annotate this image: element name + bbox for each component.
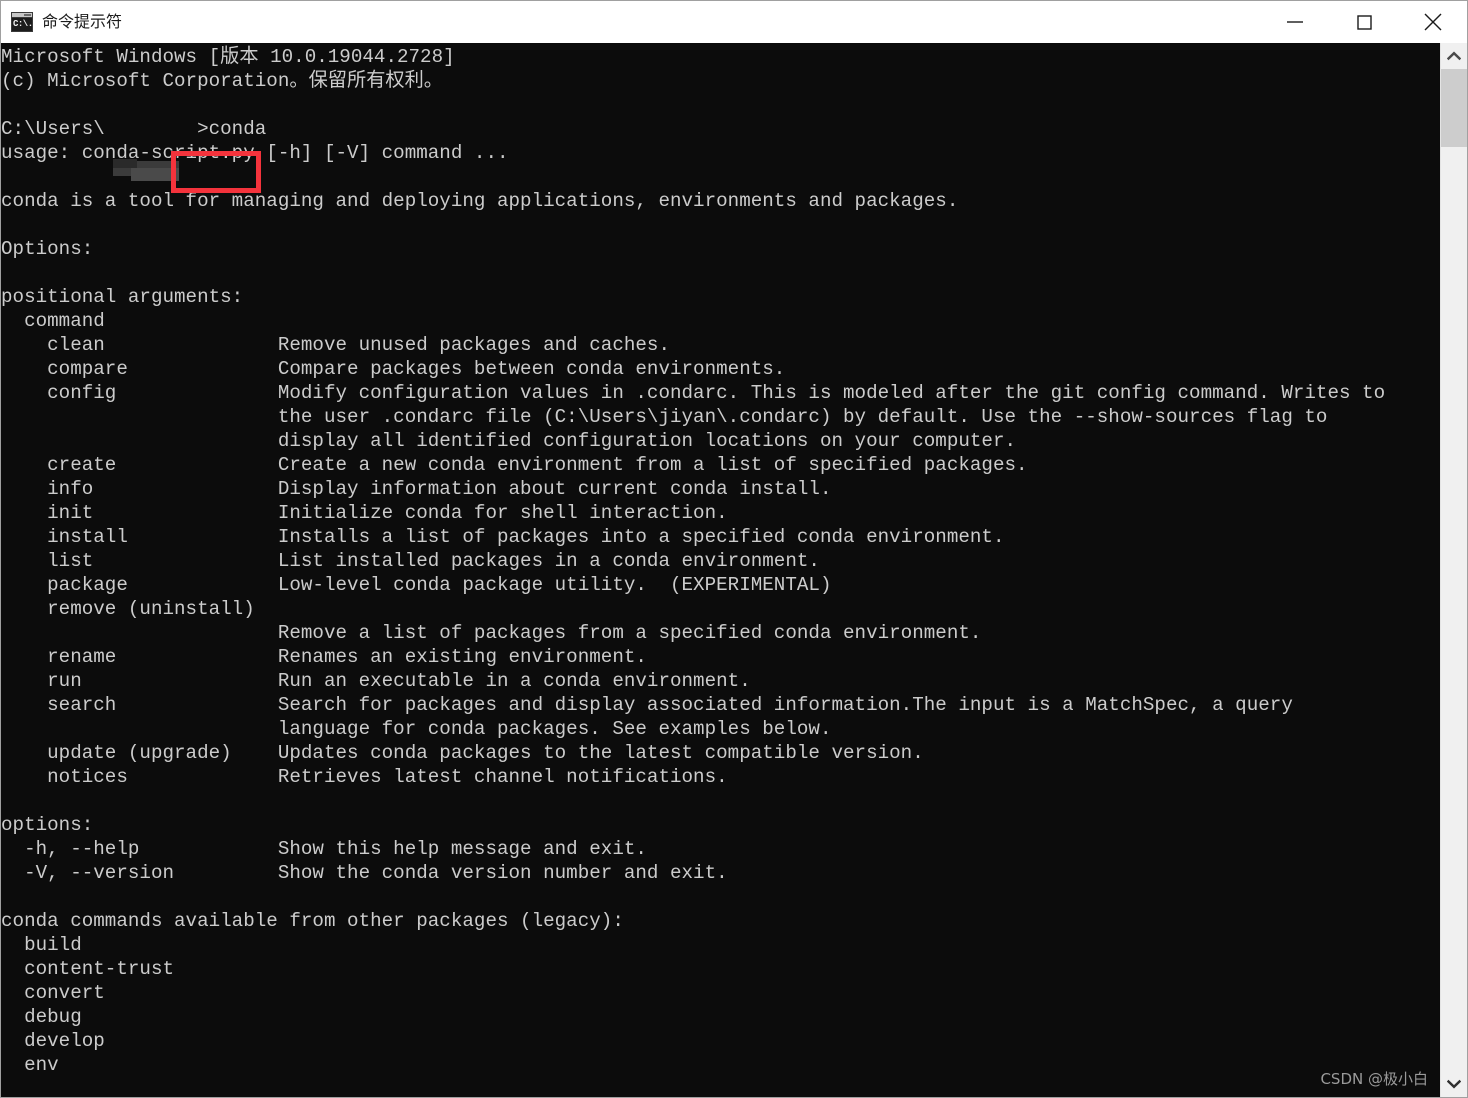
console-line: content-trust [1, 958, 175, 980]
console-line: language for conda packages. See example… [1, 718, 832, 740]
console-line: init Initialize conda for shell interact… [1, 502, 728, 524]
console-line: compare Compare packages between conda e… [1, 358, 786, 380]
console-line: Options: [1, 238, 94, 260]
console-area: Microsoft Windows [版本 10.0.19044.2728] (c… [1, 43, 1467, 1097]
console-line: the user .condarc file (C:\Users\jiyan\.… [1, 406, 1328, 428]
console-line: build [1, 934, 82, 956]
chevron-up-icon [1447, 51, 1461, 61]
window-controls [1260, 1, 1467, 42]
console-line: info Display information about current c… [1, 478, 832, 500]
scrollbar-down-button[interactable] [1441, 1071, 1467, 1097]
vertical-scrollbar[interactable] [1440, 43, 1467, 1097]
maximize-icon [1356, 14, 1372, 30]
scrollbar-up-button[interactable] [1441, 43, 1467, 69]
scrollbar-thumb[interactable] [1441, 69, 1467, 147]
console-line: notices Retrieves latest channel notific… [1, 766, 728, 788]
console-output[interactable]: Microsoft Windows [版本 10.0.19044.2728] (c… [1, 43, 1440, 1097]
title-bar: C:\. 命令提示符 [1, 1, 1467, 43]
cmd-icon: C:\. [11, 11, 33, 32]
console-line: options: [1, 814, 94, 836]
console-line: Remove a list of packages from a specifi… [1, 622, 982, 644]
console-line: run Run an executable in a conda environ… [1, 670, 751, 692]
console-line: -V, --version Show the conda version num… [1, 862, 728, 884]
chevron-down-icon [1447, 1079, 1461, 1089]
close-icon [1424, 13, 1441, 30]
console-line: create Create a new conda environment fr… [1, 454, 1028, 476]
console-line: convert [1, 982, 105, 1004]
console-line: -h, --help Show this help message and ex… [1, 838, 647, 860]
console-line: env [1, 1054, 59, 1076]
console-line: update (upgrade) Updates conda packages … [1, 742, 924, 764]
console-line: search Search for packages and display a… [1, 694, 1293, 716]
console-line: display all identified configuration loc… [1, 430, 1017, 452]
minimize-button[interactable] [1260, 1, 1329, 42]
console-line: install Installs a list of packages into… [1, 526, 1005, 548]
scrollbar-track[interactable] [1441, 69, 1467, 1071]
command-prompt-window: C:\. 命令提示符 Microsoft Windows [版本 10.0.19… [0, 0, 1468, 1098]
console-line: list List installed packages in a conda … [1, 550, 820, 572]
console-line: C:\Users\ >conda [1, 118, 267, 140]
cmd-icon-text: C:\. [12, 17, 32, 31]
console-line: conda is a tool for managing and deployi… [1, 190, 959, 212]
console-line: (c) Microsoft Corporation。保留所有权利。 [1, 70, 444, 92]
minimize-icon [1286, 20, 1303, 23]
console-line: rename Renames an existing environment. [1, 646, 647, 668]
close-button[interactable] [1398, 1, 1467, 42]
maximize-button[interactable] [1329, 1, 1398, 42]
window-title: 命令提示符 [42, 12, 123, 31]
console-lines: Microsoft Windows [版本 10.0.19044.2728] (c… [1, 45, 1440, 1077]
console-line: debug [1, 1006, 82, 1028]
console-line: remove (uninstall) [1, 598, 255, 620]
console-line: usage: conda-script.py [-h] [-V] command… [1, 142, 509, 164]
console-line: develop [1, 1030, 105, 1052]
console-line: positional arguments: [1, 286, 244, 308]
console-line: conda commands available from other pack… [1, 910, 624, 932]
console-line: package Low-level conda package utility.… [1, 574, 832, 596]
console-line: command [1, 310, 105, 332]
console-line: clean Remove unused packages and caches. [1, 334, 670, 356]
console-line: Microsoft Windows [版本 10.0.19044.2728] [1, 46, 455, 68]
console-line: config Modify configuration values in .c… [1, 382, 1386, 404]
